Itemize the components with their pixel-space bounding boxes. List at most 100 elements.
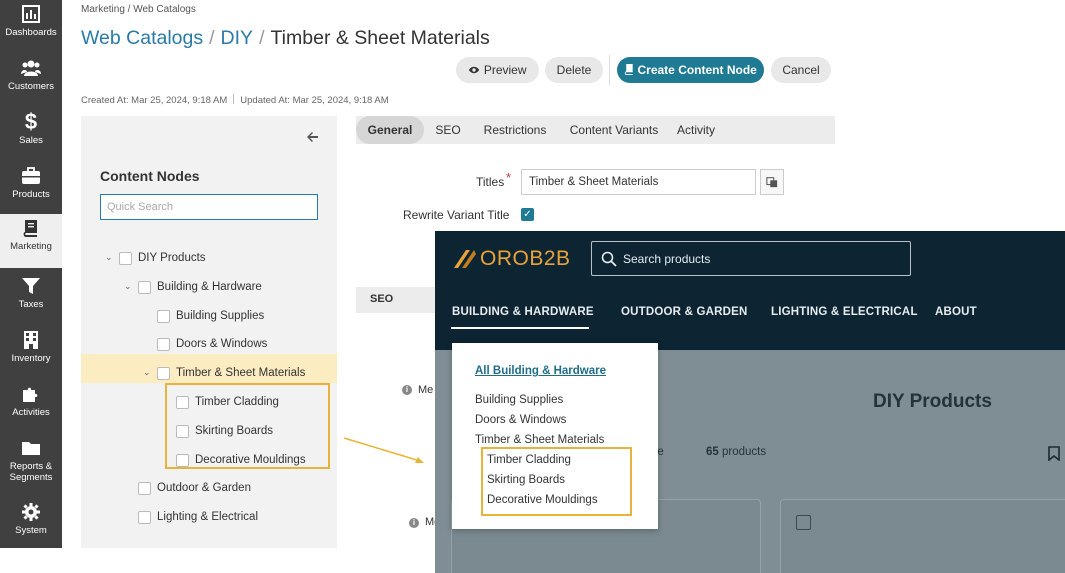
tab-activity[interactable]: Activity — [672, 116, 720, 144]
arrow-left-icon[interactable] — [306, 130, 320, 144]
preview-button[interactable]: Preview — [456, 57, 539, 83]
node-checkbox[interactable] — [138, 281, 151, 294]
category-title: DIY Products — [873, 391, 992, 412]
mega-menu-dropdown: All Building & Hardware Building Supplie… — [452, 343, 658, 529]
node-label: Decorative Mouldings — [195, 454, 306, 466]
node-label: Lighting & Electrical — [157, 511, 258, 523]
menu-link-building-supplies[interactable]: Building Supplies — [475, 394, 563, 406]
cancel-button[interactable]: Cancel — [771, 57, 831, 83]
translate-icon[interactable] — [760, 169, 784, 195]
info-icon[interactable]: i — [402, 385, 412, 395]
nav-outdoor-garden[interactable]: OUTDOOR & GARDEN — [621, 306, 748, 318]
storefront-logo[interactable]: OROB2B — [452, 246, 582, 272]
menu-link-timber-sheet-materials[interactable]: Timber & Sheet Materials — [475, 434, 604, 446]
quick-search-input[interactable] — [100, 194, 318, 220]
node-label: Doors & Windows — [176, 338, 268, 350]
nav-inventory[interactable]: Inventory — [0, 326, 62, 380]
nav-building-hardware[interactable]: BUILDING & HARDWARE — [452, 306, 594, 318]
gear-icon — [21, 502, 41, 522]
tree-node-building-supplies[interactable]: Building Supplies — [157, 304, 327, 330]
nav-taxes[interactable]: Taxes — [0, 272, 62, 326]
chevron-down-icon[interactable]: ⌄ — [105, 252, 115, 262]
main-sidebar: Dashboards Customers $ Sales Products Ma… — [0, 0, 62, 548]
search-icon — [601, 251, 617, 267]
node-checkbox[interactable] — [138, 482, 151, 495]
node-checkbox[interactable] — [157, 367, 170, 380]
titles-label: Titles — [476, 175, 505, 189]
meta-field-label: Me — [418, 384, 434, 396]
product-select-checkbox[interactable] — [796, 515, 811, 530]
nav-label: Dashboards — [5, 27, 57, 38]
rewrite-variant-title-checkbox[interactable]: ✓ — [521, 208, 534, 221]
tree-node-building-hardware[interactable]: ⌄ Building & Hardware — [124, 275, 324, 301]
node-label: DIY Products — [138, 252, 206, 264]
tree-node-diy-products[interactable]: ⌄ DIY Products — [105, 246, 325, 272]
nav-lighting-electrical[interactable]: LIGHTING & ELECTRICAL — [771, 306, 918, 318]
title-link-web-catalogs[interactable]: Web Catalogs — [81, 27, 203, 49]
tab-seo[interactable]: SEO — [430, 116, 466, 144]
chevron-down-icon[interactable]: ⌄ — [124, 281, 134, 291]
menu-link-decorative-mouldings[interactable]: Decorative Mouldings — [487, 494, 598, 506]
preview-label: Preview — [483, 63, 527, 77]
tab-general[interactable]: General — [356, 116, 424, 144]
product-count: 65 products — [706, 446, 766, 458]
node-label: Timber & Sheet Materials — [176, 367, 306, 379]
create-label: Create Content Node — [637, 63, 757, 77]
menu-link-skirting-boards[interactable]: Skirting Boards — [487, 474, 565, 486]
chart-bar-icon — [21, 4, 41, 24]
node-checkbox[interactable] — [138, 511, 151, 524]
nav-system[interactable]: System — [0, 498, 62, 548]
nav-label: System — [15, 525, 47, 536]
tree-node-decorative-mouldings[interactable]: Decorative Mouldings — [176, 448, 326, 474]
nav-reports[interactable]: Reports & Segments — [0, 434, 62, 494]
storefront-search-input[interactable]: Search products — [591, 241, 911, 276]
briefcase-icon — [21, 166, 41, 186]
info-icon[interactable]: i — [409, 518, 419, 528]
titles-input[interactable]: Timber & Sheet Materials — [521, 169, 756, 195]
logo-mark-icon — [454, 250, 476, 268]
create-content-node-button[interactable]: Create Content Node — [617, 57, 764, 83]
node-checkbox[interactable] — [119, 252, 132, 265]
nav-sales[interactable]: $ Sales — [0, 108, 62, 162]
menu-link-doors-windows[interactable]: Doors & Windows — [475, 414, 566, 426]
nav-label: Customers — [8, 81, 54, 92]
node-checkbox[interactable] — [157, 338, 170, 351]
node-checkbox[interactable] — [157, 310, 170, 323]
record-meta: Created At: Mar 25, 2024, 9:18 AM Updated… — [81, 94, 389, 106]
bookmark-icon[interactable] — [1048, 446, 1060, 461]
node-checkbox[interactable] — [176, 425, 189, 438]
tab-restrictions[interactable]: Restrictions — [480, 116, 550, 144]
product-card[interactable] — [780, 499, 1065, 573]
nav-marketing[interactable]: Marketing — [0, 214, 62, 268]
menu-link-all-building-hardware[interactable]: All Building & Hardware — [475, 365, 606, 377]
meta-divider — [233, 94, 235, 104]
nav-dashboards[interactable]: Dashboards — [0, 0, 62, 54]
delete-button[interactable]: Delete — [545, 57, 603, 83]
seo-section-title: SEO — [370, 293, 394, 305]
nav-activities[interactable]: Activities — [0, 380, 62, 434]
chevron-down-icon[interactable]: ⌄ — [143, 367, 153, 377]
nav-about[interactable]: ABOUT — [935, 306, 977, 318]
funnel-icon — [21, 276, 41, 296]
node-checkbox[interactable] — [176, 396, 189, 409]
product-count-number: 65 — [706, 446, 719, 458]
tree-node-timber-cladding[interactable]: Timber Cladding — [176, 390, 326, 416]
tab-content-variants[interactable]: Content Variants — [564, 116, 664, 144]
node-checkbox[interactable] — [176, 454, 189, 467]
required-marker: * — [506, 170, 512, 185]
tree-node-lighting-electrical[interactable]: Lighting & Electrical — [138, 505, 318, 531]
menu-link-timber-cladding[interactable]: Timber Cladding — [487, 454, 571, 466]
tree-node-doors-windows[interactable]: Doors & Windows — [157, 332, 327, 358]
nav-customers[interactable]: Customers — [0, 54, 62, 108]
nav-products[interactable]: Products — [0, 162, 62, 216]
title-link-diy[interactable]: DIY — [221, 27, 254, 49]
node-label: Outdoor & Garden — [157, 482, 251, 494]
breadcrumb[interactable]: Marketing / Web Catalogs — [81, 4, 196, 15]
rewrite-variant-title-label: Rewrite Variant Title — [403, 208, 510, 222]
node-label: Skirting Boards — [195, 425, 273, 437]
dollar-icon: $ — [24, 109, 38, 134]
book-icon — [21, 218, 41, 238]
tree-node-skirting-boards[interactable]: Skirting Boards — [176, 419, 326, 445]
tree-node-outdoor-garden[interactable]: Outdoor & Garden — [138, 476, 318, 502]
nav-label: Inventory — [11, 353, 51, 364]
